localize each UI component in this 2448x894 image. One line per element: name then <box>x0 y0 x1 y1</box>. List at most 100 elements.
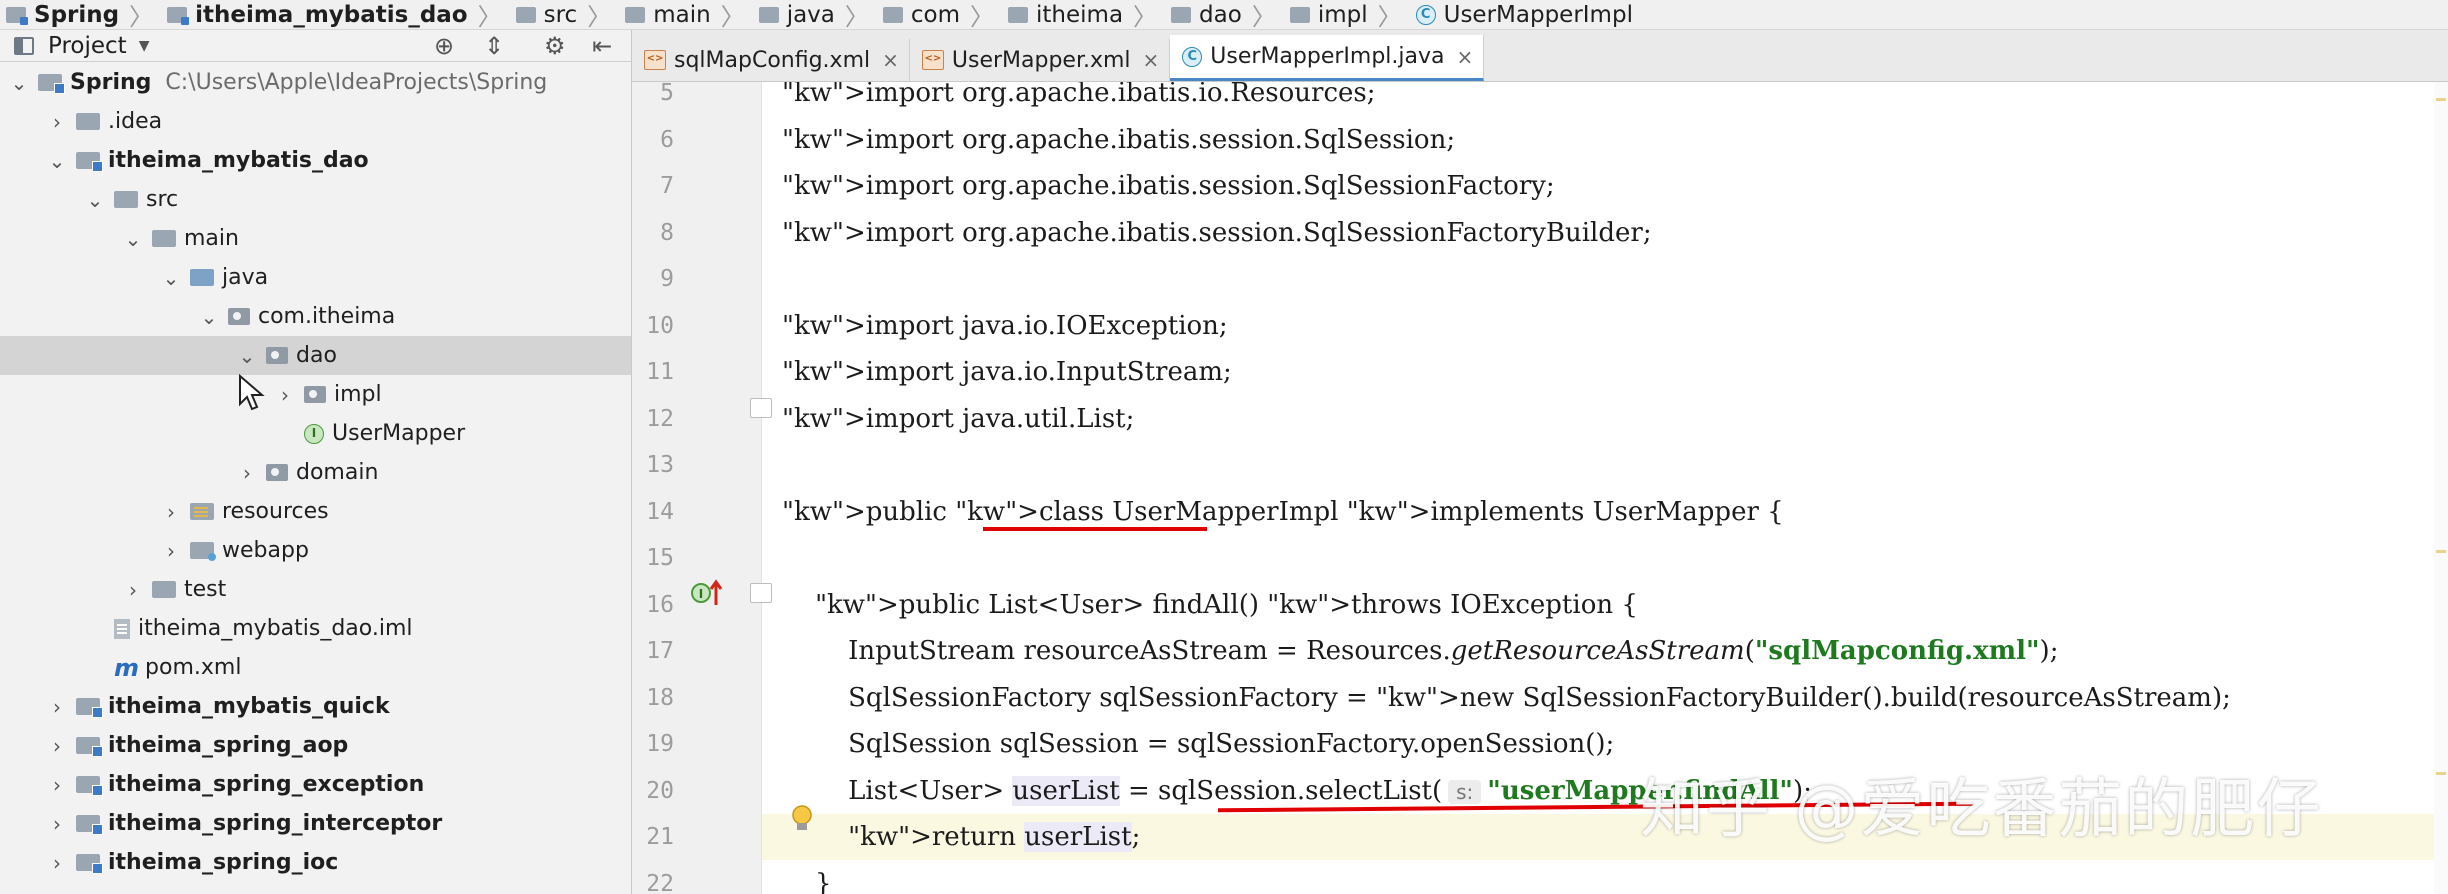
chevron-down-icon[interactable]: ⌄ <box>160 266 182 290</box>
breadcrumb-label: itheima <box>1036 1 1124 28</box>
tree-item[interactable]: ⌄ itheima_mybatis_dao <box>0 141 631 180</box>
lightbulb-icon[interactable] <box>790 804 814 834</box>
close-tab-icon[interactable]: × <box>1143 48 1160 72</box>
tree-item[interactable]: › itheima_spring_aop <box>0 726 631 765</box>
tree-item[interactable]: › itheima_spring_exception <box>0 765 631 804</box>
tree-item-label: itheima_spring_ioc <box>108 850 339 875</box>
tree-item[interactable]: ⌄ src <box>0 180 631 219</box>
chevron-down-icon[interactable]: ⌄ <box>198 305 220 329</box>
chevron-right-icon[interactable]: › <box>160 539 182 563</box>
tree-item[interactable]: ›IUserMapper <box>0 414 631 453</box>
editor-tab[interactable]: <> sqlMapConfig.xml × <box>632 39 910 81</box>
code-line: "kw">public List<User> findAll() "kw">th… <box>762 582 2448 628</box>
chevron-down-icon[interactable]: ⌄ <box>236 344 258 368</box>
chevron-down-icon[interactable]: ⌄ <box>122 227 144 251</box>
tree-item[interactable]: ⌄ Spring C:\Users\Apple\IdeaProjects\Sprin… <box>0 63 631 102</box>
collapse-all-icon[interactable]: ⇕ <box>484 30 504 62</box>
chevron-right-icon[interactable]: › <box>160 500 182 524</box>
breadcrumb-separator-icon: 〉 <box>1251 3 1276 31</box>
editor-scrollbar[interactable] <box>2434 82 2448 894</box>
breadcrumb-item[interactable]: src 〉 <box>510 0 620 31</box>
chevron-right-icon[interactable]: › <box>46 773 68 797</box>
folder-module-icon <box>6 6 28 25</box>
fold-marker-icon[interactable] <box>750 398 772 418</box>
tree-item[interactable]: › itheima_spring_interceptor <box>0 804 631 843</box>
close-tab-icon[interactable]: × <box>1457 45 1474 69</box>
chevron-down-icon[interactable]: ▼ <box>139 38 150 54</box>
web-folder-icon <box>190 542 216 561</box>
breadcrumb-item[interactable]: itheima 〉 <box>1002 0 1165 31</box>
tree-item[interactable]: › .idea <box>0 102 631 141</box>
tree-item[interactable]: › itheima_mybatis_quick <box>0 687 631 726</box>
breadcrumb-item[interactable]: java 〉 <box>753 0 877 31</box>
breadcrumb-item[interactable]: dao 〉 <box>1165 0 1284 31</box>
svg-text:I: I <box>699 587 703 601</box>
code-line: "kw">import java.util.List; <box>762 396 2448 442</box>
fold-marker-icon[interactable] <box>750 583 772 603</box>
chevron-down-icon[interactable]: ⌄ <box>84 188 106 212</box>
chevron-down-icon[interactable]: ⌄ <box>8 71 30 95</box>
tree-item[interactable]: ⌄ java <box>0 258 631 297</box>
editor-tab[interactable]: C UserMapperImpl.java × <box>1170 35 1485 81</box>
folder-icon <box>1008 6 1029 23</box>
module-icon <box>76 854 103 874</box>
class-icon: C <box>1182 46 1203 67</box>
editor-tab[interactable]: <> UserMapper.xml × <box>909 39 1171 81</box>
line-number: 9 <box>660 266 674 292</box>
line-number: 17 <box>646 638 674 664</box>
locate-target-icon[interactable]: ⊕ <box>434 30 454 62</box>
tree-item[interactable]: › impl <box>0 375 631 414</box>
breadcrumb-item[interactable]: Spring 〉 <box>0 0 161 31</box>
breadcrumb-label: com <box>910 1 961 28</box>
hide-panel-icon[interactable]: ⇤ <box>592 30 612 62</box>
module-icon <box>76 698 103 718</box>
package-icon <box>228 308 250 325</box>
resources-folder-icon <box>190 503 214 520</box>
breadcrumb-item[interactable]: main 〉 <box>619 0 752 31</box>
tree-item[interactable]: ⌄ com.itheima <box>0 297 631 336</box>
tree-item[interactable]: › itheima_spring_ioc <box>0 843 631 882</box>
chevron-right-icon[interactable]: › <box>122 578 144 602</box>
watermark-text: 知乎 @爱吃番茄的肥仔 <box>1640 773 2323 847</box>
code-line-text: "kw">import java.util.List; <box>782 403 1135 434</box>
gear-icon[interactable]: ⚙ <box>544 30 566 62</box>
chevron-right-icon[interactable]: › <box>274 383 296 407</box>
breadcrumb-item[interactable]: itheima_mybatis_dao 〉 <box>161 0 510 31</box>
chevron-right-icon[interactable]: › <box>46 110 68 134</box>
tree-item[interactable]: ⌄ dao <box>0 336 631 375</box>
editor-tab-label: sqlMapConfig.xml <box>674 47 871 73</box>
code-line: "kw">import java.io.InputStream; <box>762 349 2448 395</box>
tree-item[interactable]: ›mpom.xml <box>0 648 631 687</box>
chevron-right-icon[interactable]: › <box>46 695 68 719</box>
chevron-right-icon[interactable]: › <box>46 851 68 875</box>
chevron-right-icon[interactable]: › <box>236 461 258 485</box>
breadcrumb-label: impl <box>1317 1 1368 28</box>
folder-icon <box>758 6 779 23</box>
tree-item[interactable]: ›itheima_mybatis_dao.iml <box>0 609 631 648</box>
code-line: SqlSessionFactory sqlSessionFactory = "k… <box>762 675 2448 721</box>
annotation-underline <box>983 527 1207 531</box>
code-line: "kw">import org.apache.ibatis.session.Sq… <box>762 210 2448 256</box>
tree-item[interactable]: ⌄ main <box>0 219 631 258</box>
breadcrumb-item[interactable]: C UserMapperImpl <box>1410 0 1641 30</box>
tree-item[interactable]: › test <box>0 570 631 609</box>
code-line-text: SqlSession sqlSession = sqlSessionFactor… <box>782 729 1615 759</box>
tree-item[interactable]: › webapp <box>0 531 631 570</box>
breadcrumb-item[interactable]: com 〉 <box>877 0 1002 31</box>
tree-item[interactable]: › domain <box>0 453 631 492</box>
code-line-text: "kw">import org.apache.ibatis.session.Sq… <box>782 171 1555 201</box>
project-view-selector[interactable]: Project <box>48 33 127 59</box>
folder-icon <box>625 6 646 23</box>
chevron-right-icon[interactable]: › <box>46 812 68 836</box>
close-tab-icon[interactable]: × <box>882 48 899 72</box>
chevron-right-icon[interactable]: › <box>46 734 68 758</box>
implements-method-icon[interactable]: I <box>690 578 724 608</box>
breadcrumb-separator-icon: 〉 <box>844 3 869 31</box>
tree-item[interactable]: › resources <box>0 492 631 531</box>
project-tree: ⌄ Spring C:\Users\Apple\IdeaProjects\Sprin… <box>0 63 631 882</box>
chevron-down-icon[interactable]: ⌄ <box>46 149 68 173</box>
line-number: 18 <box>646 684 674 711</box>
tree-item-label: itheima_mybatis_dao <box>108 148 369 173</box>
breadcrumb-item[interactable]: impl 〉 <box>1284 0 1410 31</box>
